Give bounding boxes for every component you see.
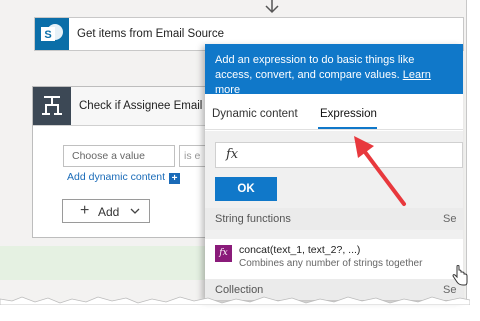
section-title: String functions — [215, 213, 291, 225]
function-name: concat(text_1, text_2?, ...) — [239, 244, 361, 256]
annotation-arrow-icon — [354, 136, 406, 206]
add-button-label: Add — [98, 205, 120, 219]
tab-expression[interactable]: Expression — [320, 108, 377, 120]
mouse-cursor-icon — [452, 265, 468, 286]
add-dynamic-content-link[interactable]: Add dynamic content + — [67, 171, 181, 184]
section-string-functions: String functions Se — [205, 208, 463, 230]
condition-title: Check if Assignee Email Ac — [79, 100, 219, 112]
plus-icon: + — [169, 173, 181, 184]
expression-input[interactable]: fx — [215, 142, 463, 168]
function-description: Combines any number of strings together — [239, 258, 423, 269]
function-item-concat[interactable]: fx concat(text_1, text_2?, ...) Combines… — [205, 239, 463, 279]
step-title: Get items from Email Source — [77, 28, 224, 40]
add-dynamic-content-label: Add dynamic content — [67, 171, 166, 183]
svg-text:S: S — [44, 29, 51, 41]
active-tab-indicator — [318, 127, 377, 129]
connector-arrow-icon — [265, 0, 279, 14]
expression-tip: Add an expression to do basic things lik… — [205, 44, 463, 96]
tab-dynamic-content[interactable]: Dynamic content — [212, 108, 298, 120]
ok-button[interactable]: OK — [215, 177, 277, 201]
choose-value-input[interactable]: Choose a value — [63, 145, 175, 167]
plus-icon: + — [80, 202, 90, 219]
add-button[interactable]: + Add — [62, 199, 150, 223]
chevron-down-icon — [130, 208, 140, 214]
fx-icon: fx — [226, 147, 239, 162]
tip-text: Add an expression to do basic things lik… — [215, 54, 415, 81]
see-more-link[interactable]: Se — [443, 213, 456, 225]
torn-edge — [0, 296, 470, 305]
sharepoint-icon: S — [35, 18, 69, 50]
panel-tabs: Dynamic content Expression — [205, 99, 463, 130]
condition-card[interactable]: Check if Assignee Email Ac Choose a valu… — [32, 86, 219, 238]
branch-area — [0, 246, 205, 280]
condition-header[interactable]: Check if Assignee Email Ac — [33, 87, 219, 126]
condition-icon — [33, 87, 71, 125]
expression-panel: Add an expression to do basic things lik… — [205, 44, 463, 300]
function-icon: fx — [215, 245, 232, 262]
